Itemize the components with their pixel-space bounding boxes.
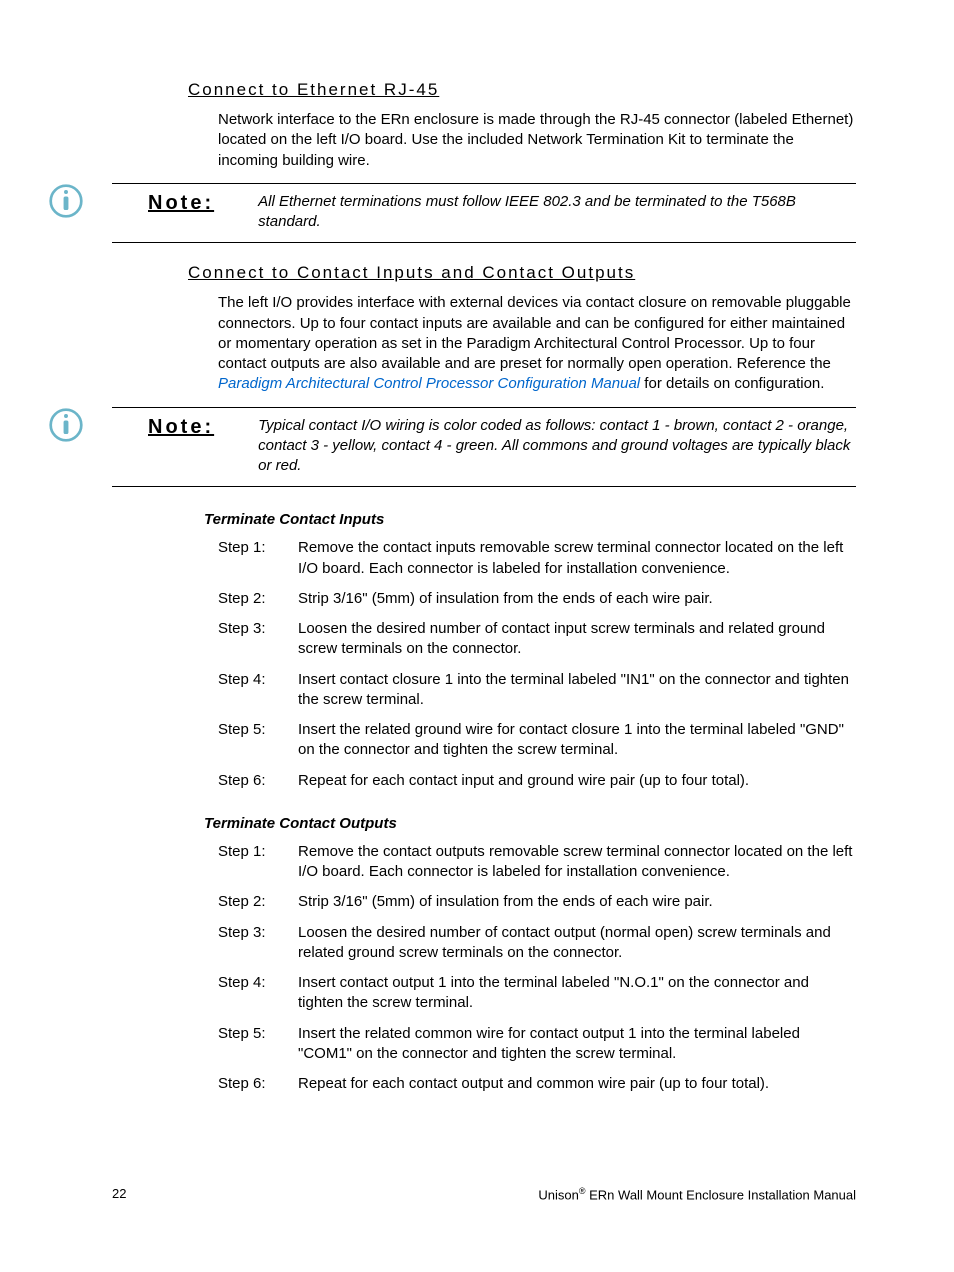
step-body: Insert the related ground wire for conta… — [298, 720, 856, 761]
step-row: Step 4:Insert contact closure 1 into the… — [218, 670, 856, 711]
steps-outputs: Step 1:Remove the contact outputs remova… — [218, 842, 856, 1095]
page-number: 22 — [112, 1186, 126, 1202]
step-label: Step 5: — [218, 720, 298, 761]
registered-symbol: ® — [579, 1186, 586, 1196]
step-row: Step 2:Strip 3/16" (5mm) of insulation f… — [218, 589, 856, 609]
step-body: Loosen the desired number of contact inp… — [298, 619, 856, 660]
step-row: Step 1:Remove the contact outputs remova… — [218, 842, 856, 883]
step-body: Loosen the desired number of contact out… — [298, 923, 856, 964]
note-block-2: Note: Typical contact I/O wiring is colo… — [48, 407, 856, 488]
step-body: Remove the contact inputs removable scre… — [298, 538, 856, 579]
page-footer: 22 Unison® ERn Wall Mount Enclosure Inst… — [112, 1186, 856, 1202]
step-label: Step 2: — [218, 589, 298, 609]
contacts-body-after: for details on configuration. — [640, 375, 824, 392]
step-label: Step 5: — [218, 1024, 298, 1065]
step-row: Step 3:Loosen the desired number of cont… — [218, 923, 856, 964]
note-block-1: Note: All Ethernet terminations must fol… — [48, 183, 856, 244]
step-label: Step 6: — [218, 771, 298, 791]
subheading-outputs: Terminate Contact Outputs — [204, 815, 856, 832]
doc-title-prefix: Unison — [538, 1187, 578, 1202]
step-label: Step 3: — [218, 619, 298, 660]
step-label: Step 2: — [218, 892, 298, 912]
para-contacts-body: The left I/O provides interface with ext… — [218, 293, 856, 394]
step-body: Repeat for each contact input and ground… — [298, 771, 856, 791]
note-label: Note: — [112, 192, 214, 215]
step-label: Step 4: — [218, 670, 298, 711]
para-ethernet-body: Network interface to the ERn enclosure i… — [218, 110, 856, 171]
step-label: Step 6: — [218, 1074, 298, 1094]
heading-contacts: Connect to Contact Inputs and Contact Ou… — [188, 263, 856, 283]
step-body: Insert the related common wire for conta… — [298, 1024, 856, 1065]
contacts-body-before: The left I/O provides interface with ext… — [218, 294, 851, 372]
step-row: Step 3:Loosen the desired number of cont… — [218, 619, 856, 660]
step-row: Step 6:Repeat for each contact input and… — [218, 771, 856, 791]
heading-ethernet: Connect to Ethernet RJ-45 — [188, 80, 856, 100]
doc-title-suffix: ERn Wall Mount Enclosure Installation Ma… — [586, 1187, 856, 1202]
step-body: Strip 3/16" (5mm) of insulation from the… — [298, 589, 856, 609]
step-row: Step 5:Insert the related ground wire fo… — [218, 720, 856, 761]
step-body: Strip 3/16" (5mm) of insulation from the… — [298, 892, 856, 912]
step-body: Insert contact output 1 into the termina… — [298, 973, 856, 1014]
info-icon — [48, 183, 84, 224]
subheading-inputs: Terminate Contact Inputs — [204, 511, 856, 528]
step-body: Remove the contact outputs removable scr… — [298, 842, 856, 883]
step-row: Step 4:Insert contact output 1 into the … — [218, 973, 856, 1014]
step-label: Step 4: — [218, 973, 298, 1014]
step-row: Step 6:Repeat for each contact output an… — [218, 1074, 856, 1094]
doc-title: Unison® ERn Wall Mount Enclosure Install… — [538, 1186, 856, 1202]
step-label: Step 3: — [218, 923, 298, 964]
step-label: Step 1: — [218, 842, 298, 883]
step-label: Step 1: — [218, 538, 298, 579]
step-body: Insert contact closure 1 into the termin… — [298, 670, 856, 711]
link-config-manual[interactable]: Paradigm Architectural Control Processor… — [218, 375, 640, 392]
step-row: Step 1:Remove the contact inputs removab… — [218, 538, 856, 579]
step-body: Repeat for each contact output and commo… — [298, 1074, 856, 1094]
note-label: Note: — [112, 416, 214, 439]
step-row: Step 2:Strip 3/16" (5mm) of insulation f… — [218, 892, 856, 912]
info-icon — [48, 407, 84, 448]
note-body-2: Typical contact I/O wiring is color code… — [258, 416, 856, 477]
note-body-1: All Ethernet terminations must follow IE… — [258, 192, 856, 233]
step-row: Step 5:Insert the related common wire fo… — [218, 1024, 856, 1065]
steps-inputs: Step 1:Remove the contact inputs removab… — [218, 538, 856, 791]
